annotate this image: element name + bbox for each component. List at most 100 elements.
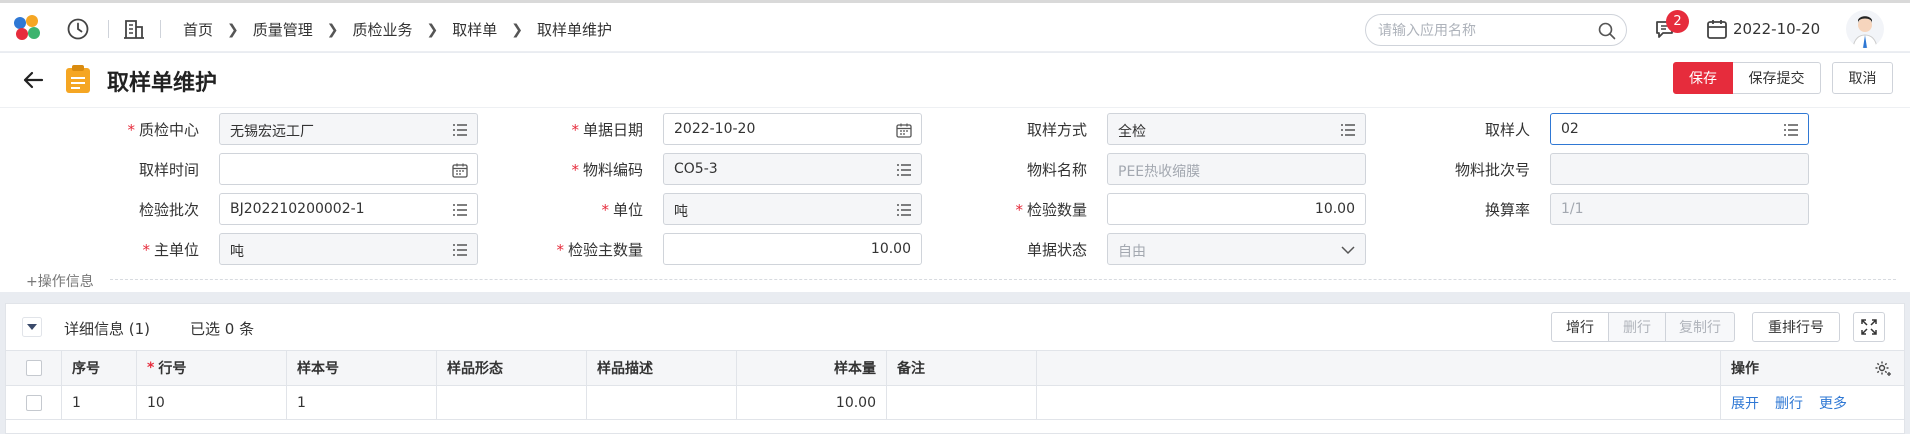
cell-sample-desc[interactable]	[587, 386, 737, 419]
document-clipboard-icon	[64, 64, 92, 94]
material-code-field[interactable]: CO5-3	[663, 153, 922, 185]
app-search-box	[1365, 14, 1627, 46]
breadcrumb: 首页 ❯ 质量管理 ❯ 质检业务 ❯ 取样单 ❯ 取样单维护	[183, 19, 612, 40]
breadcrumb-inspection[interactable]: 质检业务	[353, 19, 413, 40]
sampler-label: 取样人	[1484, 121, 1530, 139]
expand-link[interactable]: 展开	[1731, 393, 1759, 413]
col-sample-desc: 样品描述	[587, 351, 737, 385]
operation-info-toggle[interactable]: +操作信息	[26, 271, 94, 291]
fullscreen-button[interactable]	[1853, 312, 1885, 342]
unit-field[interactable]: 吨	[663, 193, 922, 225]
list-icon[interactable]	[452, 122, 468, 138]
cell-sample-form[interactable]	[437, 386, 587, 419]
chevron-right-icon: ❯	[326, 21, 339, 38]
history-clock-icon[interactable]	[66, 17, 90, 41]
inspection-main-qty-label: * 检验主数量	[556, 241, 643, 259]
top-bar: 首页 ❯ 质量管理 ❯ 质检业务 ❯ 取样单 ❯ 取样单维护 2 2022-10…	[0, 0, 1910, 52]
notification-badge: 2	[1666, 10, 1689, 33]
cell-line-no[interactable]: 10	[137, 386, 287, 419]
conversion-rate-field: 1/1	[1550, 193, 1809, 225]
calendar-icon[interactable]	[896, 122, 912, 138]
material-code-label: * 物料编码	[571, 161, 643, 179]
calendar-icon[interactable]	[452, 162, 468, 178]
chevron-down-icon[interactable]	[1340, 242, 1356, 258]
breadcrumb-current: 取样单维护	[537, 21, 613, 39]
col-sample-qty: 样本量	[737, 351, 887, 385]
fullscreen-icon	[1861, 319, 1877, 335]
cell-remark[interactable]	[887, 386, 1037, 419]
building-icon[interactable]	[122, 17, 146, 41]
list-icon[interactable]	[1340, 122, 1356, 138]
current-date: 2022-10-20	[1733, 20, 1821, 38]
row-checkbox[interactable]	[26, 394, 42, 411]
doc-date-field[interactable]: 2022-10-20	[663, 113, 922, 145]
detail-title: 详细信息 (1)	[64, 320, 151, 338]
col-line-no: * 行号	[137, 351, 287, 385]
search-icon[interactable]	[1598, 22, 1616, 40]
list-icon[interactable]	[896, 202, 912, 218]
chevron-right-icon: ❯	[426, 21, 439, 38]
chevron-right-icon: ❯	[227, 21, 239, 38]
divider	[160, 20, 161, 38]
unit-label: * 单位	[601, 201, 643, 219]
more-link[interactable]: 更多	[1819, 393, 1847, 413]
chevron-right-icon: ❯	[511, 21, 523, 38]
doc-status-select[interactable]: 自由	[1107, 233, 1366, 265]
table-row[interactable]: 1 10 1 10.00 展开 删行 更多	[6, 386, 1904, 420]
back-arrow-icon[interactable]	[20, 67, 46, 93]
main-unit-field[interactable]: 吨	[219, 233, 478, 265]
inspection-main-qty-field[interactable]: 10.00	[663, 233, 922, 265]
page-title: 取样单维护	[107, 71, 218, 96]
column-settings-icon[interactable]	[1874, 360, 1892, 378]
list-icon[interactable]	[896, 162, 912, 178]
delete-row-link[interactable]: 删行	[1775, 393, 1803, 413]
collapse-caret-icon[interactable]	[22, 317, 42, 337]
selected-count: 已选 0 条	[190, 320, 255, 338]
sampling-form: * 质检中心 无锡宏远工厂 * 单据日期 2022-10-20 取样方式 全检 取样…	[0, 107, 1910, 292]
app-logo-icon[interactable]	[14, 15, 42, 43]
cell-spacer	[1037, 386, 1721, 419]
inspection-qty-field[interactable]: 10.00	[1107, 193, 1366, 225]
copy-row-button[interactable]: 复制行	[1665, 312, 1735, 342]
material-name-field: PEE热收缩膜	[1107, 153, 1366, 185]
breadcrumb-home[interactable]: 首页	[183, 19, 213, 40]
sampling-time-field[interactable]	[219, 153, 478, 185]
calendar-icon[interactable]	[1706, 18, 1728, 40]
divider	[110, 279, 1896, 280]
col-spacer	[1037, 351, 1721, 385]
quality-center-field[interactable]: 无锡宏远工厂	[219, 113, 478, 145]
col-remark: 备注	[887, 351, 1037, 385]
select-all-checkbox[interactable]	[26, 360, 42, 376]
add-row-button[interactable]: 增行	[1551, 312, 1609, 342]
material-batch-label: 物料批次号	[1454, 161, 1530, 179]
delete-row-button[interactable]: 删行	[1608, 312, 1666, 342]
sampling-method-field[interactable]: 全检	[1107, 113, 1366, 145]
cell-seq: 1	[62, 386, 137, 419]
cancel-button[interactable]: 取消	[1832, 62, 1893, 94]
doc-status-label: 单据状态	[1026, 241, 1087, 259]
cell-sample-no[interactable]: 1	[287, 386, 437, 419]
save-submit-button[interactable]: 保存提交	[1733, 62, 1821, 94]
quality-center-label: * 质检中心	[127, 121, 199, 139]
breadcrumb-sampling[interactable]: 取样单	[452, 19, 497, 40]
inspection-batch-field[interactable]: BJ202210200002-1	[219, 193, 478, 225]
app-search-input[interactable]	[1378, 21, 1578, 41]
detail-panel: 详细信息 (1) 已选 0 条 增行 删行 复制行 重排行号 序号 * 行号 样本…	[5, 303, 1905, 434]
conversion-rate-label: 换算率	[1484, 201, 1530, 219]
table-header: 序号 * 行号 样本号 样品形态 样品描述 样本量 备注 操作	[6, 350, 1904, 386]
list-icon[interactable]	[1783, 122, 1799, 138]
save-button[interactable]: 保存	[1673, 62, 1733, 94]
cell-sample-qty[interactable]: 10.00	[737, 386, 887, 419]
list-icon[interactable]	[452, 242, 468, 258]
sampler-field[interactable]: 02	[1550, 113, 1809, 145]
list-icon[interactable]	[452, 202, 468, 218]
material-name-label: 物料名称	[1026, 161, 1087, 179]
main-unit-label: * 主单位	[142, 241, 199, 259]
reorder-rows-button[interactable]: 重排行号	[1752, 312, 1840, 342]
inspection-batch-label: 检验批次	[138, 201, 199, 219]
sampling-method-label: 取样方式	[1026, 121, 1087, 139]
user-avatar[interactable]	[1846, 10, 1884, 48]
page-header: 取样单维护 保存 保存提交 取消	[0, 53, 1910, 107]
detail-toolbar: 详细信息 (1) 已选 0 条 增行 删行 复制行 重排行号	[6, 304, 1904, 350]
breadcrumb-quality[interactable]: 质量管理	[253, 19, 313, 40]
